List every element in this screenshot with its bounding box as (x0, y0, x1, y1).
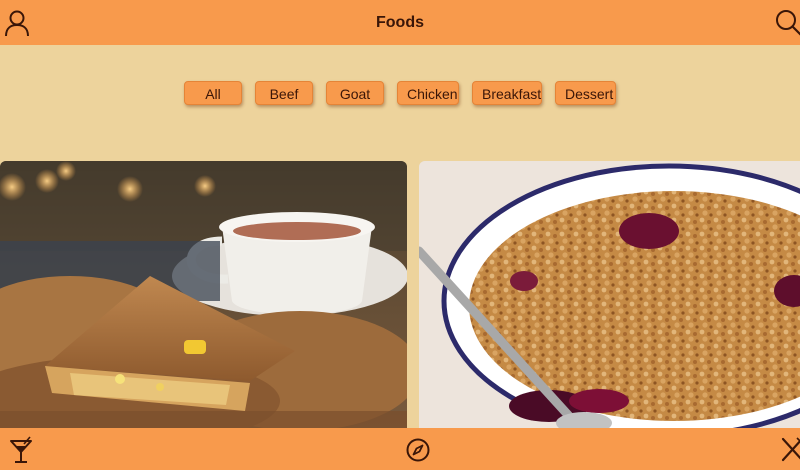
search-icon[interactable] (774, 8, 800, 38)
filter-chip-beef[interactable]: Beef (255, 81, 313, 105)
compass-icon[interactable] (405, 437, 431, 463)
filter-chip-dessert[interactable]: Dessert (555, 81, 616, 105)
food-card[interactable] (419, 161, 800, 431)
filter-chip-chicken[interactable]: Chicken (397, 81, 459, 105)
stuffed-pancake-photo (0, 161, 407, 431)
utensils-icon[interactable] (780, 436, 800, 464)
page-title: Foods (376, 14, 424, 31)
top-app-bar: Foods (0, 0, 800, 45)
cocktail-icon[interactable] (8, 436, 34, 464)
category-filter-bar: All Beef Goat Chicken Breakfast Dessert (0, 81, 800, 107)
bottom-tab-bar (0, 428, 800, 470)
food-card[interactable] (0, 161, 407, 431)
filter-chip-all[interactable]: All (184, 81, 242, 105)
filter-chip-breakfast[interactable]: Breakfast (472, 81, 542, 105)
berry-crumble-photo (419, 161, 800, 431)
filter-chip-goat[interactable]: Goat (326, 81, 384, 105)
